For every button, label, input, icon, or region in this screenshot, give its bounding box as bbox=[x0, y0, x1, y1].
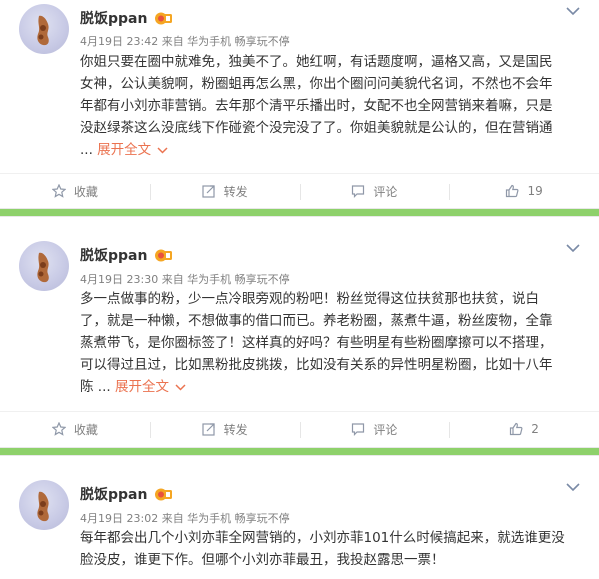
post-card: 脱饭ppan 4月19日 23:30 来自 华为手机 畅享玩不停 多一点做事的粉… bbox=[0, 218, 599, 450]
repost-button[interactable]: 转发 bbox=[149, 412, 300, 446]
chevron-down-icon[interactable] bbox=[566, 482, 580, 492]
content-line: 你姐只要在圈中就难免，独美不了。她红啊，有话题度啊，逼格又高，又是国民 bbox=[80, 54, 553, 70]
avatar[interactable] bbox=[19, 4, 69, 54]
ellipsis: ... bbox=[93, 379, 115, 395]
content-line: 了，就是一种懒，不想做事的借口而已。养老粉圈，蒸煮牛逼，粉丝废物，全靠 bbox=[80, 313, 553, 329]
favorite-button[interactable]: 收藏 bbox=[0, 174, 150, 208]
star-icon bbox=[51, 184, 66, 198]
post-card: 脱饭ppan 4月19日 23:02 来自 华为手机 畅享玩不停 每年都会出几个… bbox=[0, 457, 599, 579]
post-card: 脱饭ppan 4月19日 23:42 来自 华为手机 畅享玩不停 你姐只要在圈中… bbox=[0, 0, 599, 213]
action-bar: 收藏 转发 评论 19 bbox=[0, 173, 599, 208]
expand-label: 展开全文 bbox=[97, 142, 152, 158]
repost-label: 转发 bbox=[223, 422, 248, 437]
user-name[interactable]: 脱饭ppan bbox=[80, 245, 147, 265]
expand-chevron-icon bbox=[157, 146, 168, 154]
avatar-figure-icon bbox=[37, 15, 49, 46]
content-line: 每年都会出几个小刘亦菲全网营销的，小刘亦菲101什么时候搞起来，就选谁更没 bbox=[80, 530, 565, 546]
content-line: 年都有小刘亦菲营销。去年那个清平乐播出时，女配不也全网营销来着嘛，只是 bbox=[80, 98, 553, 114]
avatar[interactable] bbox=[19, 480, 69, 530]
expand-full-text-link[interactable]: 展开全文 bbox=[97, 142, 168, 158]
user-row: 脱饭ppan bbox=[80, 8, 173, 28]
expand-label: 展开全文 bbox=[114, 379, 169, 395]
favorite-label: 收藏 bbox=[73, 184, 98, 199]
post-meta: 4月19日 23:30 来自 华为手机 畅享玩不停 bbox=[80, 273, 290, 286]
chevron-down-icon[interactable] bbox=[566, 6, 580, 16]
repost-icon bbox=[202, 423, 215, 436]
weibo-feed: 脱饭ppan 4月19日 23:42 来自 华为手机 畅享玩不停 你姐只要在圈中… bbox=[0, 0, 599, 579]
vip-badge-icon bbox=[155, 249, 173, 261]
like-count: 19 bbox=[527, 184, 543, 198]
repost-icon bbox=[202, 185, 215, 198]
content-line: 没赵绿茶这么没底线下作碰瓷个没完没了了。你姐美貌就是公认的，但在营销通 bbox=[80, 120, 553, 136]
content-line: 女神，公认美貌啊，粉圈蛆再怎么黑，你出个圈问问美貌代名词，不然也不会年 bbox=[80, 76, 553, 92]
action-bar: 收藏 转发 评论 2 bbox=[0, 411, 599, 446]
like-count: 2 bbox=[531, 422, 539, 436]
comment-icon bbox=[352, 423, 365, 436]
content-line: 脸没皮，谁更下作。但哪个小刘亦菲最丑，我投赵露思一票！ bbox=[80, 552, 445, 568]
card-separator bbox=[0, 447, 599, 456]
user-name[interactable]: 脱饭ppan bbox=[80, 8, 147, 28]
ellipsis: ... bbox=[80, 142, 98, 158]
thumbs-up-icon bbox=[510, 422, 523, 436]
expand-chevron-icon bbox=[175, 383, 186, 391]
content-line: 多一点做事的粉，少一点冷眼旁观的粉吧！粉丝觉得这位扶贫那也扶贫，说白 bbox=[80, 291, 539, 307]
comment-button[interactable]: 评论 bbox=[299, 412, 450, 446]
content-line: 可以得过且过，比如黑粉批皮挑拨，比如没有关系的异性明星粉圈，比如十八年 bbox=[80, 357, 553, 373]
card-separator bbox=[0, 208, 599, 217]
like-button[interactable]: 19 bbox=[449, 174, 599, 208]
user-row: 脱饭ppan bbox=[80, 484, 173, 504]
post-meta: 4月19日 23:42 来自 华为手机 畅享玩不停 bbox=[80, 35, 290, 48]
avatar-figure-icon bbox=[37, 252, 49, 283]
user-row: 脱饭ppan bbox=[80, 245, 173, 265]
post-content: 多一点做事的粉，少一点冷眼旁观的粉吧！粉丝觉得这位扶贫那也扶贫，说白 了，就是一… bbox=[80, 288, 580, 398]
post-content: 每年都会出几个小刘亦菲全网营销的，小刘亦菲101什么时候搞起来，就选谁更没 脸没… bbox=[80, 527, 580, 571]
star-icon bbox=[51, 422, 66, 436]
post-meta: 4月19日 23:02 来自 华为手机 畅享玩不停 bbox=[80, 512, 290, 525]
repost-label: 转发 bbox=[223, 184, 248, 199]
like-button[interactable]: 2 bbox=[449, 412, 599, 446]
comment-icon bbox=[352, 185, 365, 198]
content-line: 蒸煮带飞，是你圈标签了！这样真的好吗？有些明星有些粉圈摩擦可以不搭理， bbox=[80, 335, 553, 351]
user-name[interactable]: 脱饭ppan bbox=[80, 484, 147, 504]
comment-label: 评论 bbox=[373, 184, 398, 199]
thumbs-up-icon bbox=[506, 184, 519, 198]
avatar[interactable] bbox=[19, 241, 69, 291]
chevron-down-icon[interactable] bbox=[566, 243, 580, 253]
vip-badge-icon bbox=[155, 12, 173, 24]
post-content: 你姐只要在圈中就难免，独美不了。她红啊，有话题度啊，逼格又高，又是国民 女神，公… bbox=[80, 51, 580, 161]
content-line: 陈 bbox=[80, 379, 94, 395]
avatar-figure-icon bbox=[37, 491, 49, 522]
comment-button[interactable]: 评论 bbox=[299, 174, 450, 208]
comment-label: 评论 bbox=[373, 422, 398, 437]
expand-full-text-link[interactable]: 展开全文 bbox=[115, 379, 186, 395]
favorite-button[interactable]: 收藏 bbox=[0, 412, 150, 446]
favorite-label: 收藏 bbox=[73, 422, 98, 437]
vip-badge-icon bbox=[155, 488, 173, 500]
repost-button[interactable]: 转发 bbox=[149, 174, 300, 208]
